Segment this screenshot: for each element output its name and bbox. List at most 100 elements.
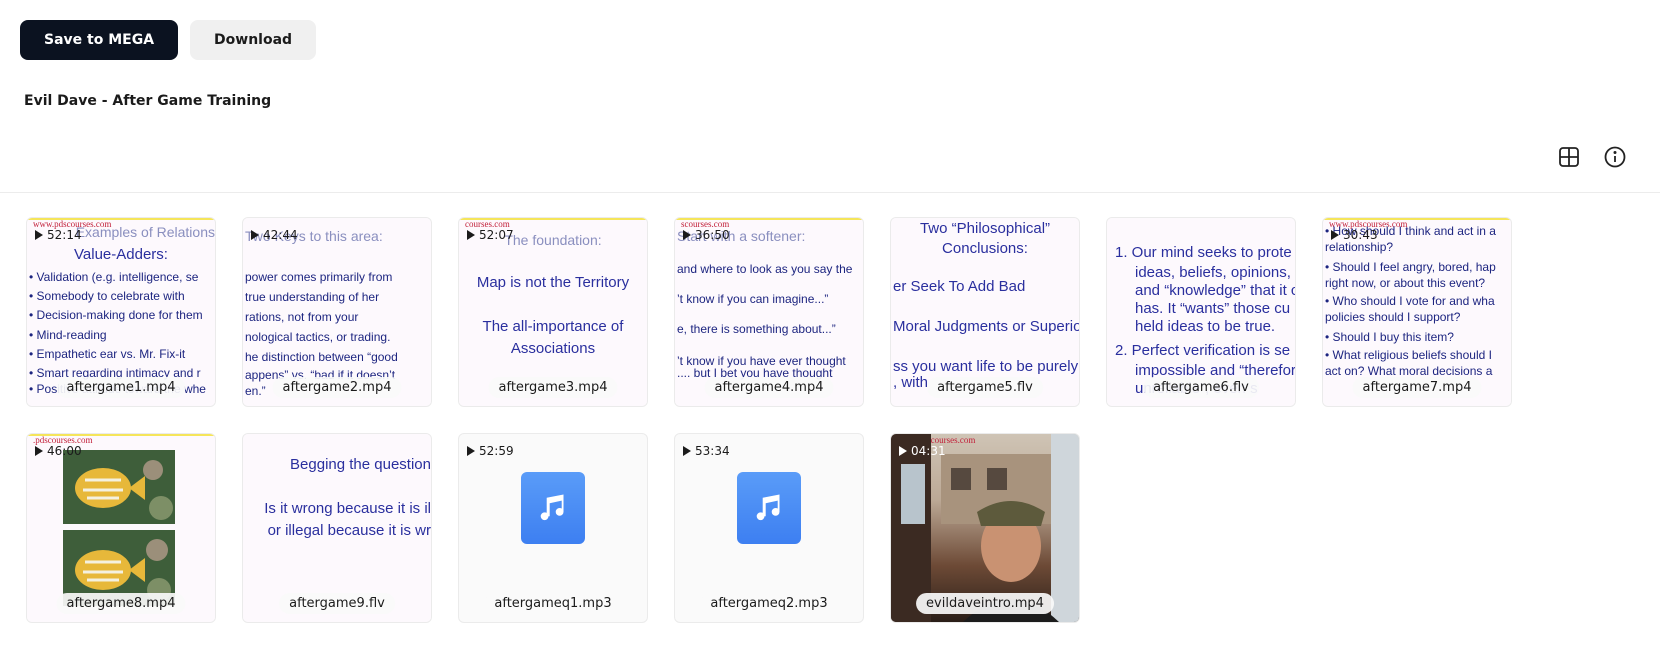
thumbnail-text-line: The all-importance of — [482, 318, 624, 335]
duration-text: 46:00 — [47, 444, 82, 458]
thumbnail-text-line: • Mind-reading — [29, 328, 107, 342]
duration-text: 36:50 — [695, 228, 730, 242]
thumbnail-text-line: • What religious beliefs should I — [1325, 348, 1492, 362]
thumbnail-text-line: act on? What moral decisions a — [1325, 364, 1493, 378]
info-icon[interactable] — [1602, 144, 1628, 170]
file-card[interactable]: Begging the question Is it wrong because … — [242, 433, 432, 623]
video-duration: 53:34 — [683, 444, 730, 458]
file-card[interactable]: 1. Our mind seeks to prote ideas, beliefs… — [1106, 217, 1296, 407]
thumbnail-text-line: • Validation (e.g. intelligence, se — [29, 270, 199, 284]
thumbnail-text-line: ideas, beliefs, opinions, — [1135, 264, 1291, 281]
thumbnail-text-line: power comes primarily from — [245, 270, 393, 284]
duration-text: 53:34 — [695, 444, 730, 458]
video-duration: 52:07 — [467, 228, 514, 242]
view-tools — [1556, 144, 1628, 170]
file-name: evildaveintro.mp4 — [916, 593, 1054, 614]
top-toolbar: Save to MEGA Download — [20, 20, 317, 60]
duration-text: 30:43 — [1343, 228, 1378, 242]
file-card[interactable]: 52:59 aftergameq1.mp3 — [458, 433, 648, 623]
duration-text: 52:59 — [479, 444, 514, 458]
thumbnail-text-line: Map is not the Territory — [476, 274, 630, 291]
thumbnail-text-line: e, there is something about...” — [677, 322, 836, 336]
folder-title: Evil Dave - After Game Training — [24, 93, 272, 109]
thumbnail-text-line: • Should I feel angry, bored, hap — [1325, 260, 1496, 274]
file-card[interactable]: www.pdscourses.com Examples of Relations V… — [26, 217, 216, 407]
thumbnail-text-line: Conclusions: — [942, 240, 1028, 257]
file-name: aftergame4.mp4 — [704, 377, 834, 398]
video-duration: 36:50 — [683, 228, 730, 242]
file-card[interactable]: 53:34 aftergameq2.mp3 — [674, 433, 864, 623]
file-name: aftergame1.mp4 — [56, 377, 186, 398]
file-name: aftergame5.flv — [927, 377, 1043, 398]
thumbnail-text-line: or illegal because it is wr — [267, 522, 431, 539]
file-name: aftergameq2.mp3 — [700, 593, 838, 614]
file-name: aftergame9.flv — [279, 593, 395, 614]
thumbnail-text-line: • Who should I vote for and wha — [1325, 294, 1495, 308]
play-icon — [467, 446, 475, 456]
thumbnail-text-line: right now, or about this event? — [1325, 276, 1486, 290]
file-grid: www.pdscourses.com Examples of Relations V… — [26, 217, 1512, 623]
thumbnail-text-line: Moral Judgments or Superio — [893, 318, 1079, 335]
video-duration: 04:31 — [899, 444, 946, 458]
thumbnail-text-line: policies should I support? — [1325, 310, 1461, 324]
thumbnail-text-line: relationship? — [1325, 240, 1394, 254]
play-icon — [683, 446, 691, 456]
thumbnail-text-line: • Empathetic ear vs. Mr. Fix-it — [29, 347, 186, 361]
thumbnail-text-line: Begging the question — [290, 456, 431, 473]
file-name: aftergameq1.mp3 — [484, 593, 622, 614]
thumbnail-text-line: true understanding of her — [245, 290, 380, 304]
thumbnail-text-line: rations, not from your — [245, 310, 359, 324]
thumbnail-text-line: he distinction between “good — [245, 350, 398, 364]
file-card[interactable]: www.pdscourses.com • How should I think a… — [1322, 217, 1512, 407]
thumbnail-text-line: er Seek To Add Bad — [893, 278, 1026, 295]
file-name: aftergame7.mp4 — [1352, 377, 1482, 398]
thumbnail-text-line: • Somebody to celebrate with — [29, 289, 185, 303]
save-to-mega-button[interactable]: Save to MEGA — [20, 20, 179, 60]
thumbnail-text-line: Is it wrong because it is il — [264, 500, 431, 517]
play-icon — [899, 446, 907, 456]
duration-text: 52:07 — [479, 228, 514, 242]
thumbnail-text-line: • Decision-making done for them — [29, 308, 203, 322]
play-icon — [467, 230, 475, 240]
video-duration: 46:00 — [35, 444, 82, 458]
music-note-icon — [521, 472, 585, 544]
video-duration: 52:59 — [467, 444, 514, 458]
file-card[interactable]: Two Keys to this area: power comes primar… — [242, 217, 432, 407]
play-icon — [35, 230, 43, 240]
file-card[interactable]: .pdscourses.com 46:00 aftergame8.mp4 — [26, 433, 216, 623]
thumbnail-text-line: Value-Adders: — [74, 246, 168, 263]
thumbnail-text-line: and “knowledge” that it c — [1135, 282, 1295, 299]
download-button[interactable]: Download — [190, 20, 317, 60]
header-divider — [0, 192, 1660, 193]
thumbnail-text-line: held ideas to be true. — [1135, 318, 1276, 335]
thumbnail-text-line: ss you want life to be purely — [893, 358, 1079, 375]
video-duration: 42:44 — [251, 228, 298, 242]
file-name: aftergame3.mp4 — [488, 377, 618, 398]
play-icon — [683, 230, 691, 240]
file-card[interactable]: www.pdscourses.com 04:31 evildaveintro.mp… — [890, 433, 1080, 623]
thumbnail-text-line: has. It “wants” those cu — [1135, 300, 1291, 317]
thumbnail-text-line: 2. Perfect verification is se — [1115, 342, 1291, 359]
thumbnail-text-line: 1. Our mind seeks to prote — [1115, 244, 1292, 261]
play-icon — [1331, 230, 1339, 240]
thumbnail-text-line: • Should I buy this item? — [1325, 330, 1454, 344]
file-card[interactable]: courses.com The foundation: Map is not the… — [458, 217, 648, 407]
file-card[interactable]: scourses.com Start with a softener: and wh… — [674, 217, 864, 407]
duration-text: 52:14 — [47, 228, 82, 242]
file-name: aftergame2.mp4 — [272, 377, 402, 398]
duration-text: 42:44 — [263, 228, 298, 242]
file-card[interactable]: Two “Philosophical” Conclusions: er Seek T… — [890, 217, 1080, 407]
video-duration: 52:14 — [35, 228, 82, 242]
thumbnail-text-line: and where to look as you say the — [677, 262, 853, 276]
thumbnail-text-line: ’t know if you can imagine...” — [677, 292, 829, 306]
grid-view-icon[interactable] — [1556, 144, 1582, 170]
fish-photo — [63, 450, 175, 606]
thumbnail-text-line: Associations — [510, 340, 596, 357]
thumbnail-text-line: Two “Philosophical” — [919, 220, 1051, 237]
file-name: aftergame8.mp4 — [56, 593, 186, 614]
video-duration: 30:43 — [1331, 228, 1378, 242]
music-note-icon — [737, 472, 801, 544]
play-icon — [35, 446, 43, 456]
file-name: aftergame6.flv — [1143, 377, 1259, 398]
play-icon — [251, 230, 259, 240]
